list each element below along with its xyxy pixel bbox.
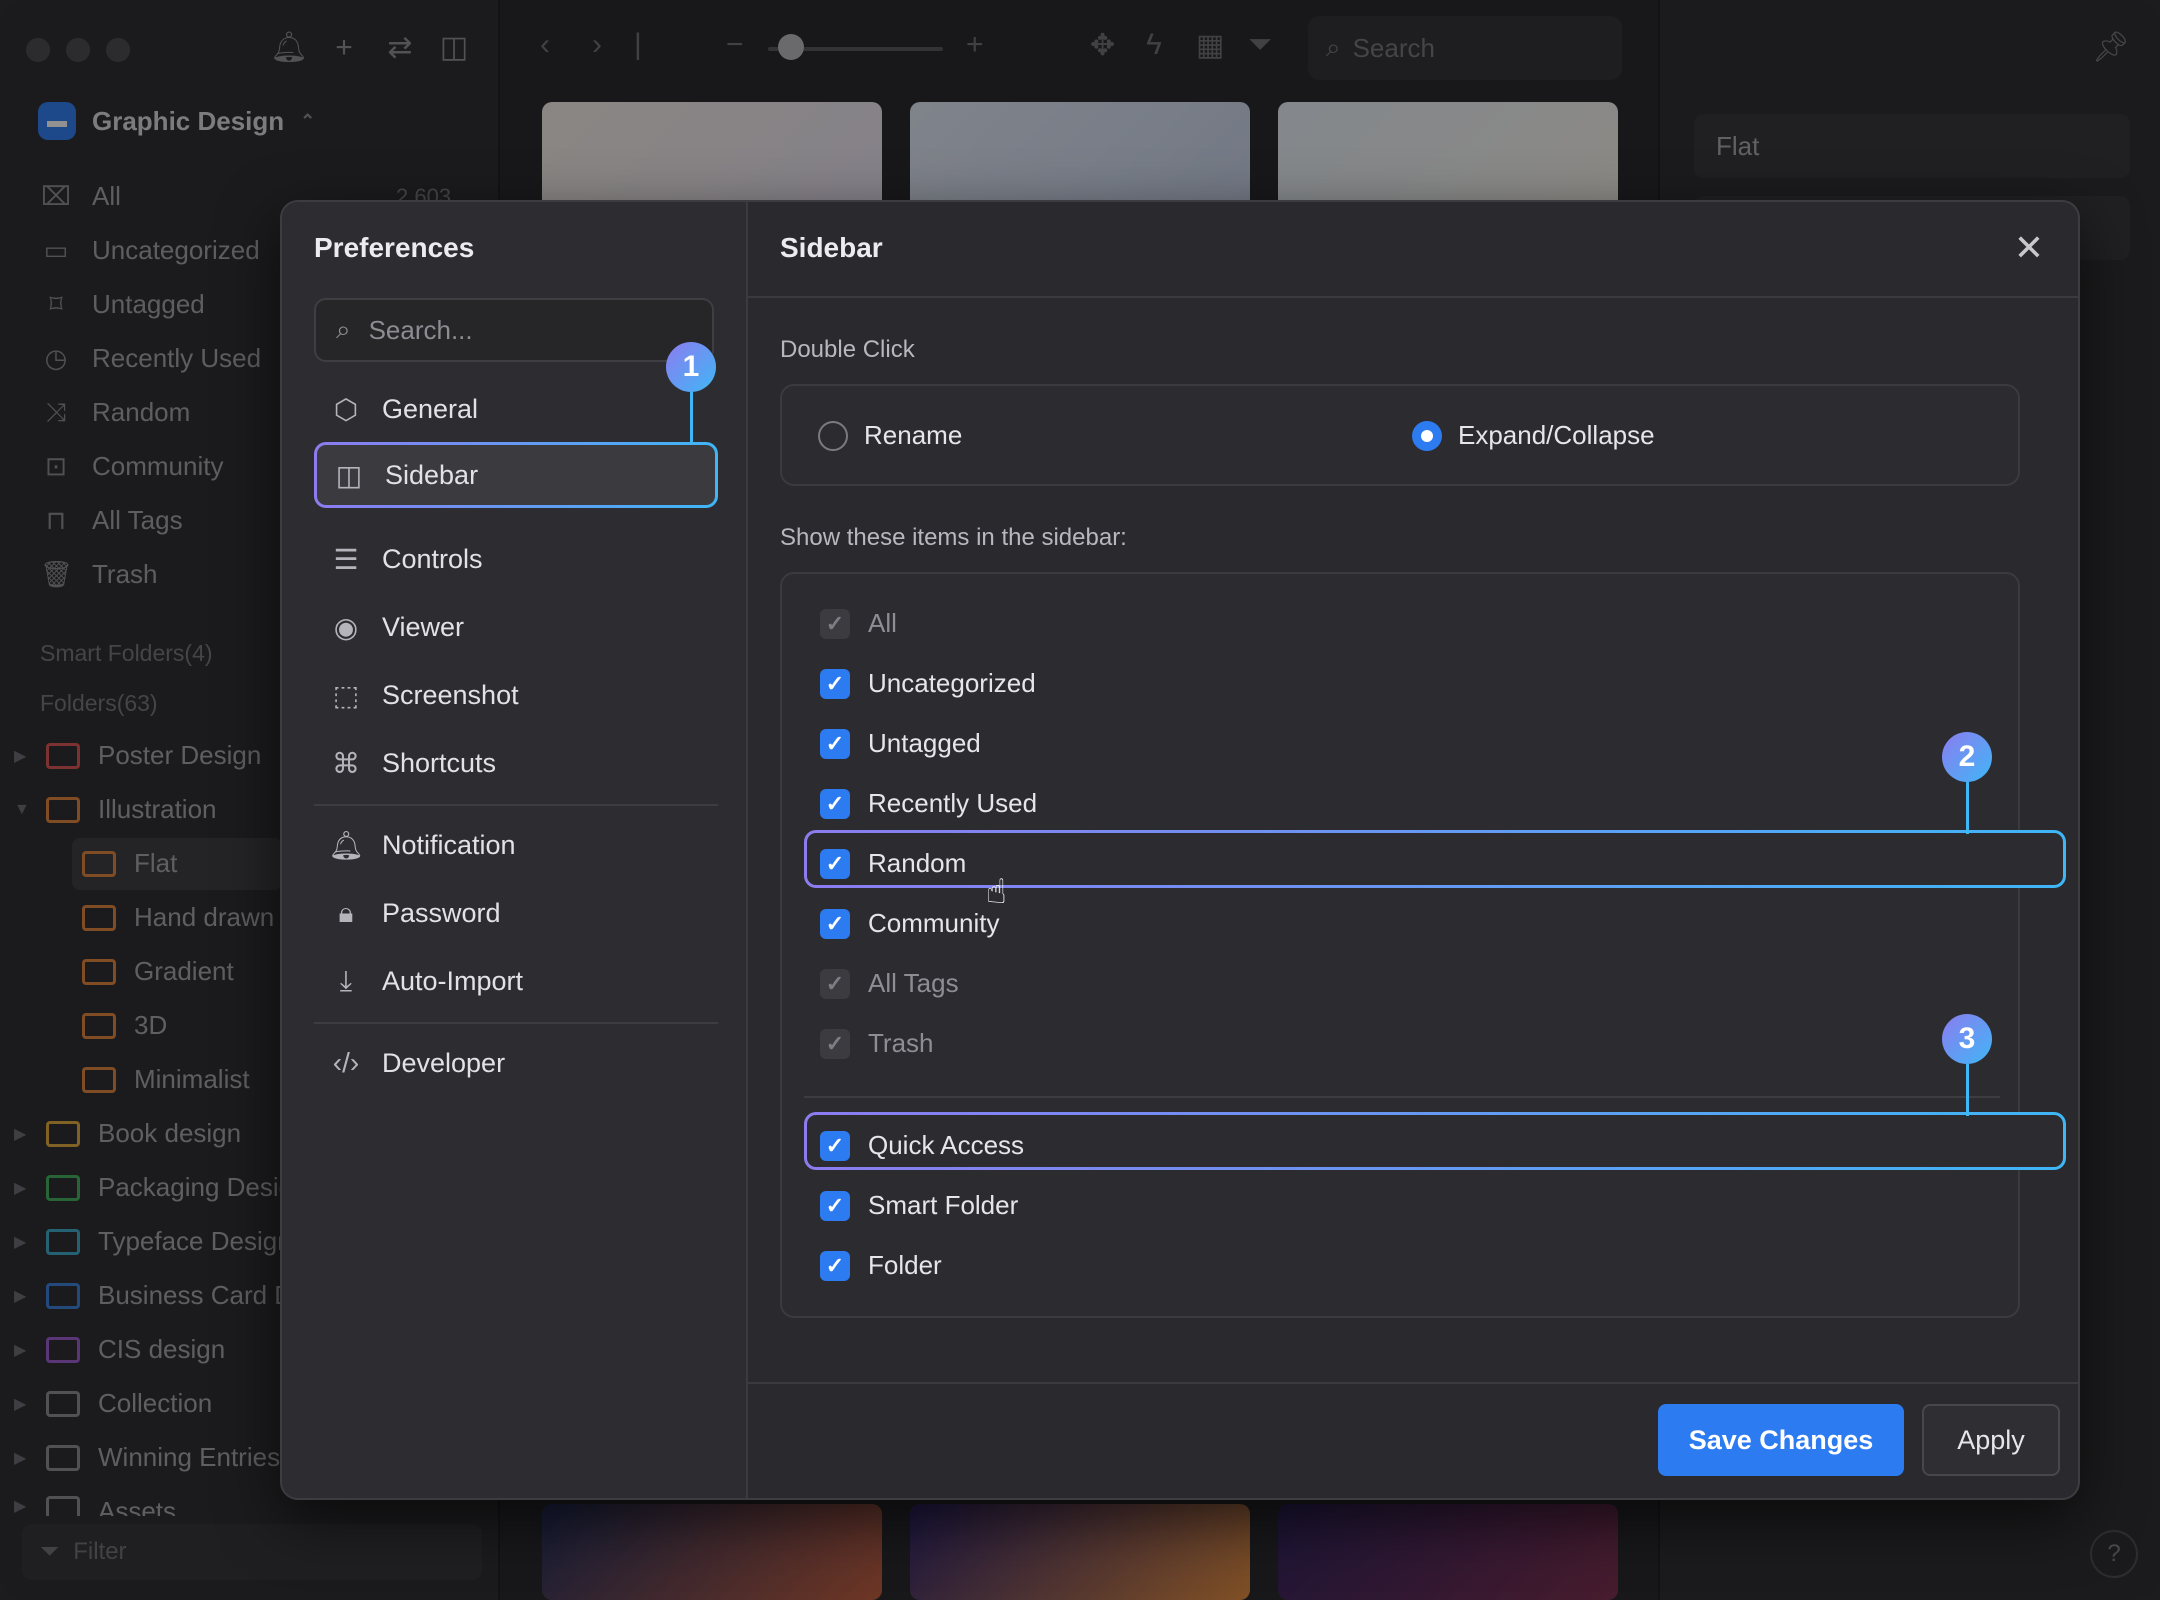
check-icon: ✓: [820, 908, 850, 939]
sidebar-icon: ◫: [335, 459, 363, 491]
check-icon: ✓: [820, 1250, 850, 1281]
items-divider: [804, 1096, 2000, 1098]
search-icon: ⌕: [336, 314, 351, 344]
save-changes-button[interactable]: Save Changes: [1658, 1404, 1904, 1476]
app-window: 🔔︎ + ⇄ ◫ ▬ Graphic Design ⌃ ⌧ All 2,603 ▭…: [0, 0, 2160, 1600]
double-click-group: Rename Expand/Collapse: [780, 384, 2020, 486]
radio-rename[interactable]: Rename: [818, 420, 962, 451]
hand-cursor-icon: ☝︎: [986, 873, 1007, 911]
badge-connector: [1966, 782, 1969, 834]
apply-button[interactable]: Apply: [1922, 1404, 2060, 1476]
sidebar-items-group: ✓ All ✓ Uncategorized ✓ Untagged ✓ Recently …: [780, 572, 2063, 1318]
pref-nav-developer[interactable]: ‹/› Developer: [314, 1030, 718, 1096]
checkbox-random[interactable]: ✓ Random: [820, 848, 966, 879]
check-icon: ✓: [820, 1130, 850, 1161]
command-icon: ⌘: [332, 747, 360, 779]
pref-nav-shortcuts[interactable]: ⌘ Shortcuts: [314, 730, 718, 796]
badge-connector: [1966, 1064, 1969, 1116]
check-icon: ✓: [820, 728, 850, 759]
radio-circle[interactable]: [818, 420, 848, 451]
page-title: Sidebar: [780, 232, 883, 263]
preferences-content: Sidebar ✕ Double Click Rename Expand/Col…: [748, 202, 2078, 1498]
radio-expand-collapse[interactable]: Expand/Collapse: [1412, 420, 1655, 451]
show-items-label: Show these items in the sidebar:: [780, 524, 1127, 551]
step-badge-3: 3: [1942, 1014, 1992, 1064]
preferences-nav: Preferences ⌕ Search... ⬡ General ◫ Sidebar…: [282, 202, 748, 1498]
pref-nav-screenshot[interactable]: ⬚ Screenshot: [314, 662, 718, 728]
pref-nav-general[interactable]: ⬡ General: [314, 376, 718, 442]
pref-nav-viewer[interactable]: ◉ Viewer: [314, 594, 718, 660]
nav-divider: [314, 1022, 718, 1024]
check-icon: ✓: [820, 1190, 850, 1221]
pref-nav-notification[interactable]: 🔔︎ Notification: [314, 812, 718, 878]
radio-circle-selected[interactable]: [1412, 420, 1442, 451]
check-icon: ✓: [820, 668, 850, 699]
checkbox-all-tags: ✓ All Tags: [820, 968, 959, 999]
preferences-title: Preferences: [314, 232, 475, 263]
checkbox-recently-used[interactable]: ✓ Recently Used: [820, 788, 1037, 819]
checkbox-uncategorized[interactable]: ✓ Uncategorized: [820, 668, 1036, 699]
pref-nav-password[interactable]: 🔒︎ Password: [314, 880, 718, 946]
lock-icon: 🔒︎: [338, 896, 354, 928]
download-icon: ⤓: [339, 964, 353, 996]
screenshot-icon: ⬚: [332, 679, 360, 711]
sliders-icon: ☰: [333, 543, 359, 575]
checkbox-untagged[interactable]: ✓ Untagged: [820, 728, 981, 759]
badge-connector: [690, 392, 693, 442]
pref-nav-sidebar[interactable]: ◫ Sidebar: [314, 442, 718, 508]
check-icon: ✓: [820, 968, 850, 999]
close-icon[interactable]: ✕: [2014, 230, 2044, 266]
checkbox-quick-access[interactable]: ✓ Quick Access: [820, 1130, 1024, 1161]
eye-icon: ◉: [333, 611, 359, 643]
checkbox-community[interactable]: ✓ Community: [820, 908, 999, 939]
preferences-dialog: Preferences ⌕ Search... ⬡ General ◫ Sidebar…: [280, 200, 2080, 1500]
double-click-label: Double Click: [780, 336, 915, 363]
gear-icon: ⬡: [333, 393, 359, 425]
checkbox-folder[interactable]: ✓ Folder: [820, 1250, 942, 1281]
code-icon: ‹/›: [332, 1047, 360, 1078]
pref-nav-controls[interactable]: ☰ Controls: [314, 526, 718, 592]
checkbox-trash: ✓ Trash: [820, 1028, 934, 1059]
step-badge-2: 2: [1942, 732, 1992, 782]
checkbox-smart-folder[interactable]: ✓ Smart Folder: [820, 1190, 1018, 1221]
checkbox-all: ✓ All: [820, 608, 897, 639]
check-icon: ✓: [820, 1028, 850, 1059]
check-icon: ✓: [820, 608, 850, 639]
pref-nav-auto-import[interactable]: ⤓ Auto-Import: [314, 948, 718, 1014]
check-icon: ✓: [820, 788, 850, 819]
bell-icon: 🔔︎: [328, 829, 364, 861]
preferences-search-input[interactable]: ⌕ Search...: [314, 298, 714, 362]
content-header: Sidebar ✕: [748, 202, 2078, 298]
check-icon: ✓: [820, 848, 850, 879]
nav-divider: [314, 804, 718, 806]
step-badge-1: 1: [666, 342, 716, 392]
footer-divider: [748, 1382, 2078, 1384]
